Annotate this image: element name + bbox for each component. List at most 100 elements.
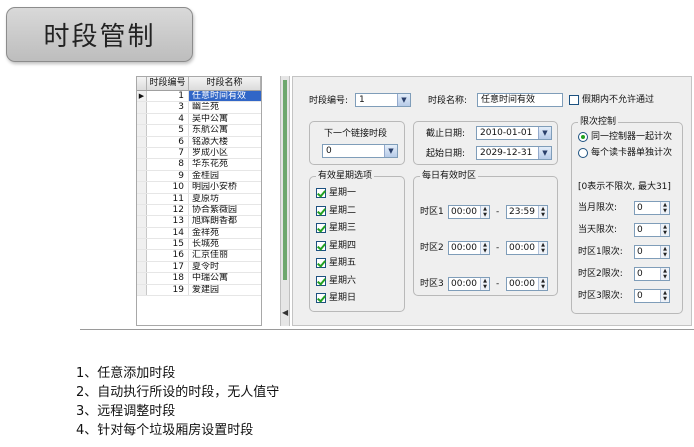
zone-end-time[interactable]: 23:59 ▲ ▼ — [506, 205, 548, 219]
checkbox-checked-icon[interactable] — [316, 275, 326, 286]
spinner-icon[interactable]: ▲ ▼ — [660, 202, 669, 214]
spinner-icon[interactable]: ▲ ▼ — [480, 242, 489, 254]
row-code: 16 — [147, 250, 189, 261]
checkbox-icon[interactable] — [569, 95, 579, 105]
limit-spinner[interactable]: 0 ▲ ▼ — [634, 289, 670, 303]
collapse-arrow-icon[interactable]: ◀ — [282, 308, 288, 317]
zone-end-time[interactable]: 00:00 ▲ ▼ — [506, 277, 548, 291]
table-row[interactable]: 17 夏令时 — [137, 261, 261, 274]
spinner-icon[interactable]: ▲ ▼ — [480, 206, 489, 218]
table-row[interactable]: 11 夏原坊 — [137, 193, 261, 205]
table-row[interactable]: 3 幽兰苑 — [137, 102, 261, 114]
weekday-checkbox[interactable]: 星期五 — [316, 257, 356, 269]
checkbox-checked-icon[interactable] — [316, 258, 326, 268]
table-row[interactable]: 10 明园小安桥 — [137, 182, 261, 194]
spinner-icon[interactable]: ▲ ▼ — [660, 268, 669, 280]
weekday-checkbox[interactable]: 星期一 — [316, 187, 356, 199]
header-name[interactable]: 时段名称 — [189, 77, 261, 90]
row-name: 爱建园 — [192, 284, 220, 295]
calendar-dropdown-icon[interactable]: ▼ — [538, 127, 551, 139]
table-row[interactable]: 16 汇京佳丽 — [137, 250, 261, 262]
row-indicator-icon — [137, 261, 147, 273]
spinner-icon[interactable]: ▲ ▼ — [538, 242, 547, 254]
checkbox-checked-icon[interactable] — [316, 240, 326, 251]
end-date-label: 截止日期: — [426, 129, 466, 139]
zone-end-time[interactable]: 00:00 ▲ ▼ — [506, 241, 548, 255]
table-row[interactable]: 6 铭源大楼 — [137, 136, 261, 148]
table-row[interactable]: 5 东航公寓 — [137, 125, 261, 137]
row-name: 金桂园 — [192, 170, 220, 181]
row-indicator-icon — [137, 216, 147, 227]
checkbox-checked-icon[interactable] — [316, 223, 326, 233]
weekday-checkbox[interactable]: 星期六 — [316, 275, 356, 287]
zone-start-time[interactable]: 00:00 ▲ ▼ — [448, 277, 490, 291]
spinner-icon[interactable]: ▲ ▼ — [480, 278, 489, 290]
spinner-icon[interactable]: ▲ ▼ — [660, 290, 669, 302]
limit-spinner[interactable]: 0 ▲ ▼ — [634, 245, 670, 259]
splitter-grip[interactable] — [283, 80, 287, 280]
table-row[interactable]: 9 金桂园 — [137, 170, 261, 183]
table-row[interactable]: 19 爱建园 — [137, 284, 261, 297]
chevron-down-icon[interactable]: ▼ — [384, 145, 397, 157]
checkbox-checked-icon[interactable] — [316, 205, 326, 216]
radio-selected-icon[interactable] — [578, 132, 588, 142]
code-select[interactable]: 1 ▼ — [355, 93, 411, 107]
table-row[interactable]: 18 中瑞公寓 — [137, 273, 261, 285]
table-row[interactable]: ▶ 1 任意时间有效 — [137, 91, 261, 103]
limit-spinner[interactable]: 0 ▲ ▼ — [634, 267, 670, 281]
limit-label: 时区2限次: — [578, 269, 623, 279]
row-name: 任意时间有效 — [189, 91, 261, 102]
holiday-checkbox[interactable]: 假期内不允许通过 — [569, 94, 654, 106]
row-indicator-icon — [137, 250, 147, 261]
weekday-checkbox[interactable]: 星期二 — [316, 205, 356, 217]
radio-icon[interactable] — [578, 148, 588, 158]
weekday-checkbox[interactable]: 星期日 — [316, 292, 356, 304]
header-code[interactable]: 时段编号 — [147, 77, 189, 90]
row-code: 12 — [147, 204, 189, 216]
limit-spinner[interactable]: 0 ▲ ▼ — [634, 201, 670, 215]
spinner-icon[interactable]: ▲ ▼ — [538, 278, 547, 290]
row-code: 9 — [147, 170, 189, 182]
table-row[interactable]: 7 罗成小区 — [137, 147, 261, 160]
start-date-picker[interactable]: 2029-12-31 ▼ — [476, 146, 552, 160]
name-field[interactable]: 任意时间有效 — [477, 93, 563, 107]
row-code: 19 — [147, 284, 189, 296]
table-row[interactable]: 12 协合紫薇园 — [137, 204, 261, 217]
calendar-dropdown-icon[interactable]: ▼ — [538, 147, 551, 159]
checkbox-checked-icon[interactable] — [316, 293, 326, 303]
row-indicator-icon — [137, 136, 147, 147]
limit-option-same-controller[interactable]: 同一控制器一起计次 — [578, 131, 672, 143]
row-code: 10 — [147, 182, 189, 193]
row-name: 吴中公寓 — [192, 113, 229, 124]
row-indicator-icon — [137, 147, 147, 159]
spinner-icon[interactable]: ▲ ▼ — [660, 246, 669, 258]
table-row[interactable]: 13 旭辉朗香都 — [137, 216, 261, 228]
row-indicator-icon — [137, 170, 147, 182]
table-row[interactable]: 15 长城苑 — [137, 239, 261, 251]
row-name: 华东花苑 — [192, 159, 229, 170]
row-name: 夏原坊 — [192, 193, 220, 204]
next-link-select[interactable]: 0 ▼ — [322, 144, 398, 158]
zone-dash: - — [496, 279, 500, 289]
weekday-checkbox[interactable]: 星期三 — [316, 222, 356, 234]
end-date-picker[interactable]: 2010-01-01 ▼ — [476, 126, 552, 140]
spinner-icon[interactable]: ▲ ▼ — [538, 206, 547, 218]
zone-start-time[interactable]: 00:00 ▲ ▼ — [448, 241, 490, 255]
row-name: 幽兰苑 — [192, 102, 220, 113]
table-row[interactable]: 4 吴中公寓 — [137, 113, 261, 126]
limit-option-per-reader[interactable]: 每个读卡器单独计次 — [578, 147, 672, 159]
note-item: 2、自动执行所设的时段，无人值守 — [76, 385, 280, 400]
chevron-down-icon[interactable]: ▼ — [397, 94, 410, 106]
time-segment-list[interactable]: 时段编号 时段名称 ▶ 1 任意时间有效 3 幽兰苑 4 吴中公寓 5 东航公寓 6 铭源大楼 7 罗成… — [136, 76, 262, 326]
limit-group-title: 限次控制 — [578, 116, 619, 128]
checkbox-checked-icon[interactable] — [316, 188, 326, 198]
zone-start-time[interactable]: 00:00 ▲ ▼ — [448, 205, 490, 219]
row-code: 11 — [147, 193, 189, 204]
row-indicator-icon — [137, 193, 147, 204]
weekday-checkbox[interactable]: 星期四 — [316, 240, 356, 252]
table-row[interactable]: 8 华东花苑 — [137, 159, 261, 171]
spinner-icon[interactable]: ▲ ▼ — [660, 224, 669, 236]
limit-spinner[interactable]: 0 ▲ ▼ — [634, 223, 670, 237]
table-row[interactable]: 14 金祥苑 — [137, 227, 261, 240]
panel-splitter[interactable]: ◀ — [280, 76, 290, 326]
